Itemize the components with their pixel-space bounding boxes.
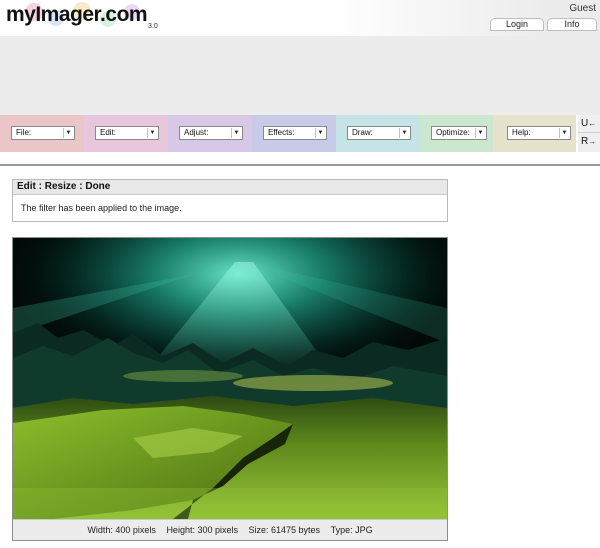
divider <box>0 164 600 166</box>
edit-menu-select[interactable]: Edit: ▼ <box>95 126 159 140</box>
undo-redo: U← R→ <box>578 115 600 152</box>
dropdown-arrow-icon: ▼ <box>63 128 73 138</box>
login-button[interactable]: Login <box>490 18 544 31</box>
info-button[interactable]: Info <box>547 18 597 31</box>
dropdown-arrow-icon: ▼ <box>475 128 485 138</box>
image-type: Type: JPG <box>330 525 373 535</box>
help-menu-select[interactable]: Help: ▼ <box>507 126 571 140</box>
edited-image[interactable] <box>13 238 447 519</box>
dropdown-arrow-icon: ▼ <box>315 128 325 138</box>
edit-menu-label: Edit: <box>100 128 117 137</box>
status-panel: Edit : Resize : Done The filter has been… <box>12 179 448 222</box>
optimize-menu-label: Optimize: <box>436 128 470 137</box>
logo[interactable]: myImager.com <box>6 3 148 27</box>
image-frame: Width: 400 pixels Height: 300 pixels Siz… <box>12 237 448 541</box>
menu-segment-edit: Edit: ▼ <box>84 115 168 152</box>
status-title: Edit : Resize : Done <box>13 180 447 195</box>
menu-segment-effects: Effects: ▼ <box>252 115 336 152</box>
top-band <box>0 36 600 115</box>
dropdown-arrow-icon: ▼ <box>399 128 409 138</box>
redo-button[interactable]: R→ <box>581 136 596 147</box>
file-menu-select[interactable]: File: ▼ <box>11 126 75 140</box>
draw-menu-label: Draw: <box>352 128 373 137</box>
adjust-menu-select[interactable]: Adjust: ▼ <box>179 126 243 140</box>
adjust-menu-label: Adjust: <box>184 128 209 137</box>
menu-segment-adjust: Adjust: ▼ <box>168 115 252 152</box>
optimize-menu-select[interactable]: Optimize: ▼ <box>431 126 487 140</box>
arrow-right-icon: → <box>588 137 597 146</box>
dropdown-arrow-icon: ▼ <box>559 128 569 138</box>
landscape-image <box>13 238 447 519</box>
arrow-left-icon: ← <box>588 119 597 128</box>
menu-segment-draw: Draw: ▼ <box>336 115 420 152</box>
image-size: Size: 61475 bytes <box>248 525 321 535</box>
dropdown-arrow-icon: ▼ <box>231 128 241 138</box>
help-menu-label: Help: <box>512 128 531 137</box>
image-height: Height: 300 pixels <box>166 525 238 535</box>
menu-segment-file: File: ▼ <box>0 115 84 152</box>
menu-segment-optimize: Optimize: ▼ <box>420 115 493 152</box>
menu-segment-help: Help: ▼ <box>493 115 576 152</box>
effects-menu-label: Effects: <box>268 128 295 137</box>
effects-menu-select[interactable]: Effects: ▼ <box>263 126 327 140</box>
dropdown-arrow-icon: ▼ <box>147 128 157 138</box>
undo-redo-divider <box>578 132 600 133</box>
logo-version: 3.0 <box>148 23 158 30</box>
image-info-bar: Width: 400 pixels Height: 300 pixels Siz… <box>13 519 447 540</box>
status-message: The filter has been applied to the image… <box>21 203 182 213</box>
draw-menu-select[interactable]: Draw: ▼ <box>347 126 411 140</box>
undo-button[interactable]: U← <box>581 118 596 129</box>
header: myImager.com 3.0 Guest Login Info <box>0 0 600 36</box>
image-width: Width: 400 pixels <box>87 525 156 535</box>
file-menu-label: File: <box>16 128 32 137</box>
menubar: File: ▼ Edit: ▼ Adjust: ▼ Effects: ▼ Dra… <box>0 115 578 152</box>
user-label: Guest <box>569 3 596 14</box>
